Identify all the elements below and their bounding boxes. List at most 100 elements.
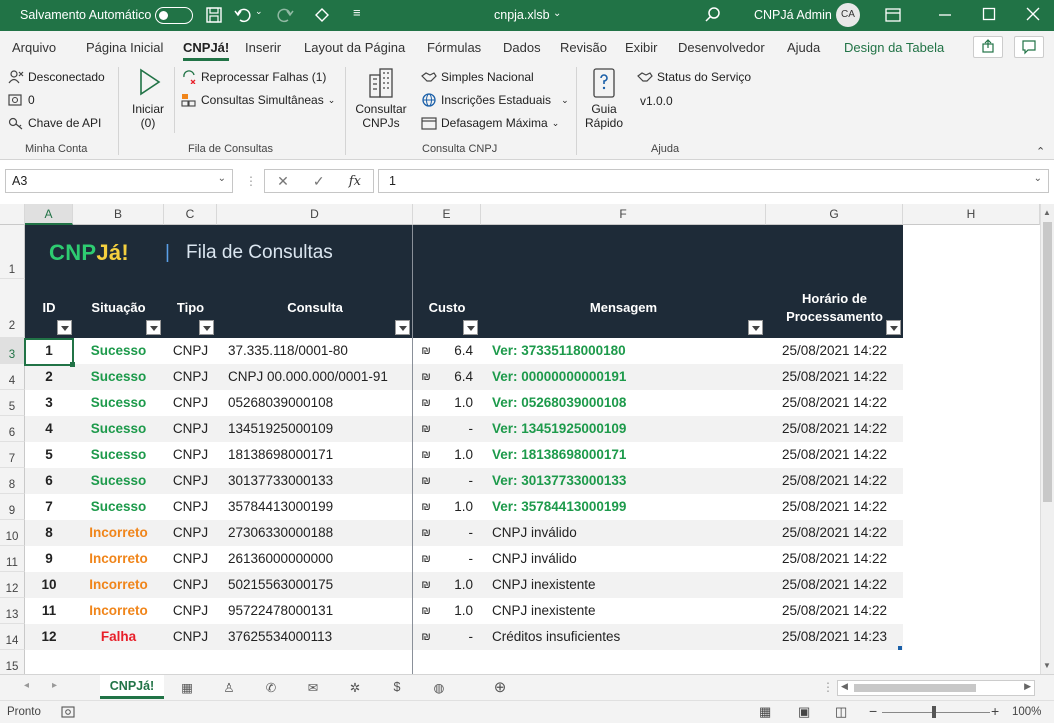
row-header[interactable]: 15 xyxy=(0,650,25,674)
col-header-a[interactable]: A xyxy=(25,204,73,225)
cell-currency-symbol[interactable]: ₪ xyxy=(413,364,433,390)
cell-tipo[interactable]: CNPJ xyxy=(164,572,217,598)
cell-currency-symbol[interactable]: ₪ xyxy=(413,546,433,572)
search-icon[interactable] xyxy=(704,6,722,24)
cell-tipo[interactable]: CNPJ xyxy=(164,442,217,468)
cell-mensagem-link[interactable]: Ver: 13451925000109 xyxy=(481,416,766,442)
sheet-tab-cnpja[interactable]: CNPJá! xyxy=(100,675,164,699)
row-header[interactable]: 14 xyxy=(0,624,25,650)
cell-custo[interactable]: - xyxy=(433,520,481,546)
scroll-up-icon[interactable]: ▲ xyxy=(1043,208,1051,217)
cell-situacao[interactable]: Sucesso xyxy=(73,468,164,494)
row-header[interactable]: 4 xyxy=(0,364,25,390)
user-name[interactable]: CNPJá Admin xyxy=(754,8,832,22)
collapse-ribbon-icon[interactable]: ⌃ xyxy=(1036,145,1045,158)
cell-custo[interactable]: - xyxy=(433,416,481,442)
cell-id[interactable]: 2 xyxy=(25,364,73,390)
cell-consulta[interactable]: 37625534000113 xyxy=(217,624,413,650)
cell-mensagem[interactable]: CNPJ inexistente xyxy=(481,572,766,598)
cell-situacao[interactable]: Sucesso xyxy=(73,494,164,520)
chave-api-button[interactable]: Chave de API xyxy=(8,116,101,130)
cell-tipo[interactable]: CNPJ xyxy=(164,494,217,520)
shapes-icon[interactable] xyxy=(313,6,333,24)
col-header-e[interactable]: E xyxy=(413,204,481,225)
cell-tipo[interactable]: CNPJ xyxy=(164,598,217,624)
cell-custo[interactable]: - xyxy=(433,468,481,494)
worksheet-grid[interactable]: A B C D E F G H 1 2 3 4 5 6 7 8 9 10 11 12 13 14 15 … xyxy=(0,204,1040,674)
horizontal-scrollbar[interactable]: ◀ ▶ xyxy=(837,680,1035,696)
avatar[interactable]: CA xyxy=(836,3,860,27)
consultas-simultaneas-button[interactable]: Consultas Simultâneas ⌄ xyxy=(181,93,335,107)
cell-mensagem-link[interactable]: Ver: 35784413000199 xyxy=(481,494,766,520)
cell-tipo[interactable]: CNPJ xyxy=(164,416,217,442)
cell-consulta[interactable]: 95722478000131 xyxy=(217,598,413,624)
row-header[interactable]: 12 xyxy=(0,572,25,598)
cell-currency-symbol[interactable]: ₪ xyxy=(413,624,433,650)
reprocessar-falhas-button[interactable]: Reprocessar Falhas (1) xyxy=(181,70,326,84)
cell-mensagem[interactable]: Créditos insuficientes xyxy=(481,624,766,650)
cell-currency-symbol[interactable]: ₪ xyxy=(413,520,433,546)
cell-consulta[interactable]: 30137733000133 xyxy=(217,468,413,494)
cell-consulta[interactable]: 05268039000108 xyxy=(217,390,413,416)
tab-revisao[interactable]: Revisão xyxy=(560,40,607,55)
zoom-level[interactable]: 100% xyxy=(1012,706,1041,718)
col-header-f[interactable]: F xyxy=(481,204,766,225)
row-header[interactable]: 3 xyxy=(0,338,25,364)
row-header[interactable]: 11 xyxy=(0,546,25,572)
normal-view-icon[interactable]: ▦ xyxy=(759,704,771,720)
sheet-tab-phone-icon[interactable]: ✆ xyxy=(252,675,290,699)
row-header[interactable]: 10 xyxy=(0,520,25,546)
cell-situacao[interactable]: Incorreto xyxy=(73,598,164,624)
tab-cnpja[interactable]: CNPJá! xyxy=(183,40,230,61)
cell-currency-symbol[interactable]: ₪ xyxy=(413,416,433,442)
cell-situacao[interactable]: Incorreto xyxy=(73,546,164,572)
minimize-icon[interactable] xyxy=(938,6,952,22)
cell-tipo[interactable]: CNPJ xyxy=(164,624,217,650)
add-sheet-icon[interactable]: ⊕ xyxy=(488,675,512,699)
cell-horario[interactable]: 25/08/2021 14:22 xyxy=(766,416,903,442)
defasagem-maxima-button[interactable]: Defasagem Máxima ⌄ xyxy=(421,116,559,130)
cell-id[interactable]: 5 xyxy=(25,442,73,468)
active-cell[interactable] xyxy=(24,338,74,366)
cell-custo[interactable]: 6.4 xyxy=(433,364,481,390)
next-sheet-icon[interactable]: ▸ xyxy=(52,680,57,691)
col-header-d[interactable]: D xyxy=(217,204,413,225)
page-break-view-icon[interactable]: ◫ xyxy=(835,704,847,720)
cell-consulta[interactable]: CNPJ 00.000.000/0001-91 xyxy=(217,364,413,390)
select-all-corner[interactable] xyxy=(0,204,25,225)
cell-id[interactable]: 4 xyxy=(25,416,73,442)
sheet-tab-tree-icon[interactable]: ✲ xyxy=(336,675,374,699)
cell-horario[interactable]: 25/08/2021 14:22 xyxy=(766,598,903,624)
cell-currency-symbol[interactable]: ₪ xyxy=(413,494,433,520)
cell-mensagem-link[interactable]: Ver: 37335118000180 xyxy=(481,338,766,364)
guia-rapido-button[interactable]: Guia Rápido xyxy=(582,67,626,130)
insert-function-icon[interactable]: fx xyxy=(349,174,361,189)
cell-consulta[interactable]: 13451925000109 xyxy=(217,416,413,442)
col-header-g[interactable]: G xyxy=(766,204,903,225)
share-button[interactable] xyxy=(973,36,1003,58)
cell-tipo[interactable]: CNPJ xyxy=(164,338,217,364)
row-header[interactable]: 7 xyxy=(0,442,25,468)
consultar-cnpjs-button[interactable]: Consultar CNPJs xyxy=(353,67,409,130)
cell-situacao[interactable]: Sucesso xyxy=(73,390,164,416)
sheet-tab-building-icon[interactable]: ▦ xyxy=(168,675,206,699)
filter-dropdown-tipo[interactable] xyxy=(199,320,214,335)
col-header-b[interactable]: B xyxy=(73,204,164,225)
cell-mensagem-link[interactable]: Ver: 00000000000191 xyxy=(481,364,766,390)
tab-layout[interactable]: Layout da Página xyxy=(304,40,405,55)
cell-custo[interactable]: - xyxy=(433,624,481,650)
cancel-icon[interactable]: ✕ xyxy=(277,173,289,190)
row-header[interactable]: 13 xyxy=(0,598,25,624)
cell-horario[interactable]: 25/08/2021 14:22 xyxy=(766,546,903,572)
cell-custo[interactable]: 1.0 xyxy=(433,494,481,520)
scroll-down-icon[interactable]: ▼ xyxy=(1043,661,1051,670)
accessibility-icon[interactable] xyxy=(61,705,77,719)
ribbon-display-icon[interactable] xyxy=(885,7,901,23)
cell-mensagem-link[interactable]: Ver: 30137733000133 xyxy=(481,468,766,494)
cell-custo[interactable]: 6.4 xyxy=(433,338,481,364)
simples-nacional-button[interactable]: Simples Nacional xyxy=(421,70,534,84)
scroll-left-icon[interactable]: ◀ xyxy=(841,681,848,692)
zoom-out-icon[interactable]: − xyxy=(869,703,877,719)
tab-arquivo[interactable]: Arquivo xyxy=(12,40,56,55)
tab-exibir[interactable]: Exibir xyxy=(625,40,658,55)
